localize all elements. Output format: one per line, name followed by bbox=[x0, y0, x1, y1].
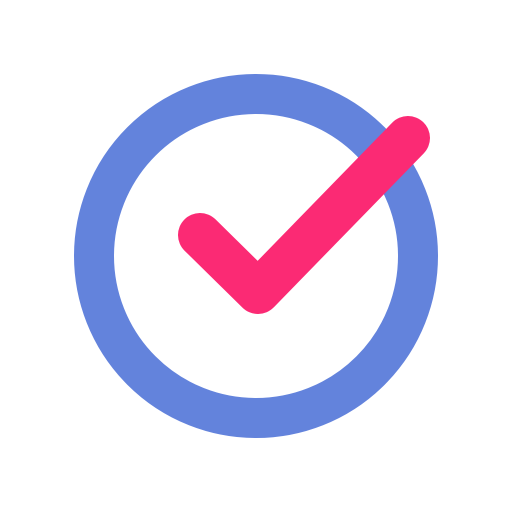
checkmark-shape bbox=[178, 116, 430, 314]
ring-shape bbox=[74, 74, 438, 438]
check-circle-icon bbox=[74, 74, 438, 438]
app-icon-canvas bbox=[0, 0, 512, 512]
